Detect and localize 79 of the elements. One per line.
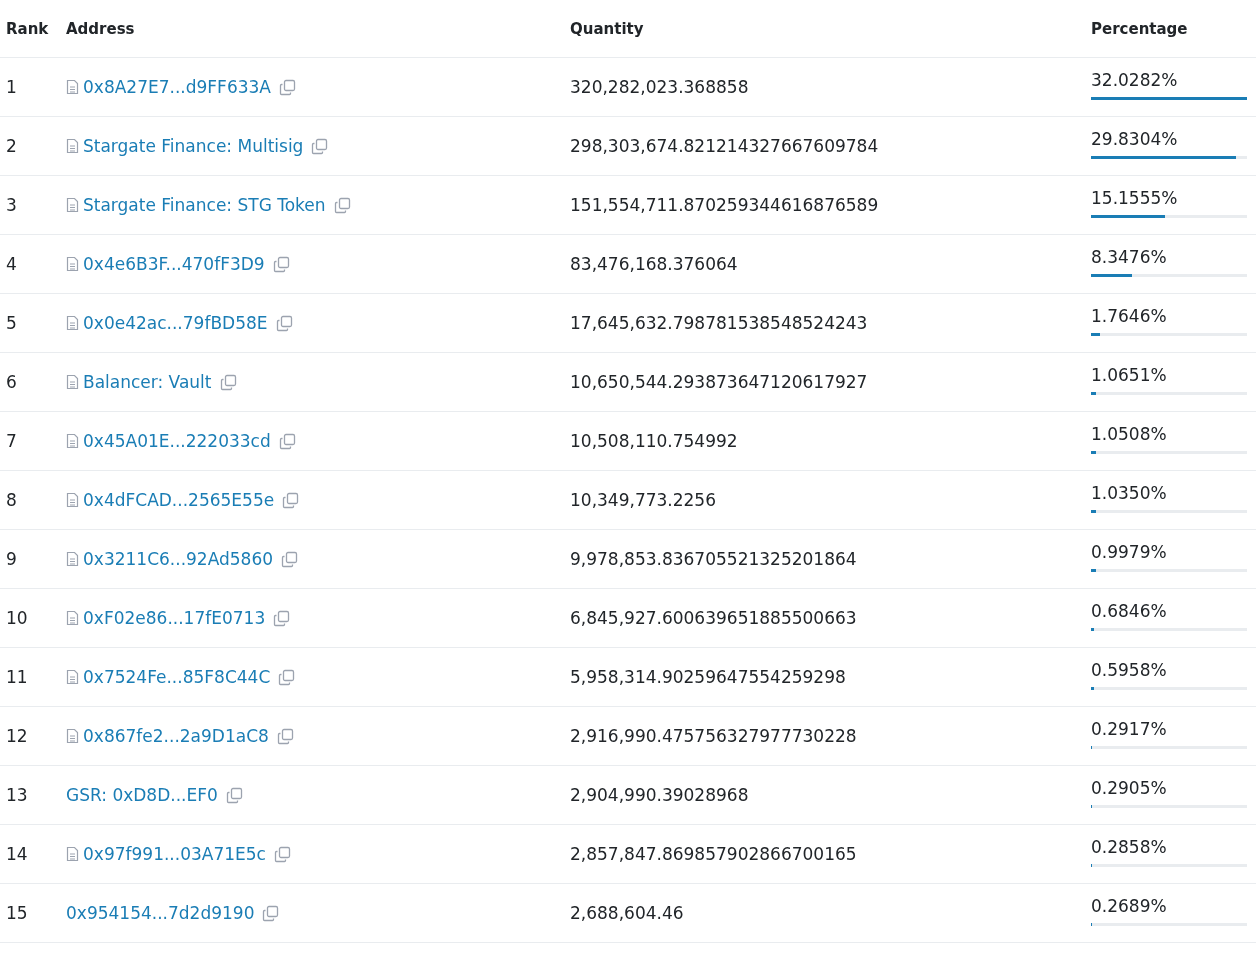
address-link[interactable]: 0x8A27E7...d9FF633A: [83, 77, 271, 97]
rank-cell-text: 11: [6, 667, 29, 687]
quantity-cell-text: 151,554,711.870259344616876589: [570, 195, 880, 215]
rank-cell-text: 7: [6, 431, 18, 451]
column-header: Percentage: [1091, 19, 1189, 38]
rank-cell-text: 8: [6, 490, 18, 510]
rank-cell-text: 5: [6, 313, 18, 333]
column-header: Address: [66, 19, 136, 38]
rank-cell-text: 9: [6, 549, 18, 569]
address-link[interactable]: 0x97f991...03A71E5c: [83, 844, 266, 864]
address-link[interactable]: Balancer: Vault: [83, 372, 212, 392]
copy-icon[interactable]: [219, 373, 237, 391]
address-link[interactable]: 0x954154...7d2d9190: [66, 903, 255, 923]
percentage-text: 0.2905%: [1091, 778, 1168, 798]
copy-icon[interactable]: [276, 727, 294, 745]
copy-icon[interactable]: [262, 904, 280, 922]
quantity-cell-text: 5,958,314.90259647554259298: [570, 667, 847, 687]
address-link[interactable]: 0x0e42ac...79fBD58E: [83, 313, 268, 333]
percentage-text: 0.2917%: [1091, 719, 1168, 739]
copy-icon[interactable]: [278, 432, 296, 450]
quantity-cell-text: 6,845,927.600639651885500663: [570, 608, 858, 628]
copy-icon[interactable]: [273, 609, 291, 627]
quantity-cell-text: 10,508,110.754992: [570, 431, 739, 451]
rank-cell-text: 3: [6, 195, 18, 215]
copy-icon[interactable]: [278, 78, 296, 96]
column-header: Rank: [6, 19, 50, 38]
rank-cell-text: 6: [6, 372, 18, 392]
quantity-cell-text: 83,476,168.376064: [570, 254, 739, 274]
address-link[interactable]: 0x7524Fe...85F8C44C: [83, 667, 271, 687]
address-link[interactable]: 0x867fe2...2a9D1aC8: [83, 726, 269, 746]
copy-icon[interactable]: [278, 668, 296, 686]
quantity-cell-text: 9,978,853.836705521325201864: [570, 549, 858, 569]
address-link[interactable]: 0x45A01E...222033cd: [83, 431, 271, 451]
rank-cell-text: 15: [6, 903, 29, 923]
percentage-text: 0.6846%: [1091, 601, 1168, 621]
quantity-cell-text: 2,857,847.869857902866700165: [570, 844, 858, 864]
percentage-text: 0.2689%: [1091, 896, 1168, 916]
percentage-text: 32.0282%: [1091, 70, 1179, 90]
copy-icon[interactable]: [333, 196, 351, 214]
rank-cell-text: 13: [6, 785, 29, 805]
percentage-text: 0.2858%: [1091, 837, 1168, 857]
address-link[interactable]: 0x3211C6...92Ad5860: [83, 549, 274, 569]
copy-icon[interactable]: [281, 550, 299, 568]
rank-cell-text: 12: [6, 726, 29, 746]
quantity-cell-text: 298,303,674.821214327667609784: [570, 136, 880, 156]
copy-icon[interactable]: [282, 491, 300, 509]
rank-cell-text: 14: [6, 844, 29, 864]
quantity-cell-text: 2,904,990.39028968: [570, 785, 750, 805]
percentage-text: 1.0508%: [1091, 424, 1168, 444]
copy-icon[interactable]: [272, 255, 290, 273]
percentage-text: 1.0350%: [1091, 483, 1168, 503]
quantity-cell-text: 2,916,990.475756327977730228: [570, 726, 858, 746]
address-link[interactable]: 0x4dFCAD...2565E55e: [83, 490, 275, 510]
percentage-text: 29.8304%: [1091, 129, 1179, 149]
percentage-text: 15.1555%: [1091, 188, 1179, 208]
copy-icon[interactable]: [225, 786, 243, 804]
rank-cell-text: 1: [6, 77, 18, 97]
quantity-cell-text: 10,349,773.2256: [570, 490, 717, 510]
quantity-cell-text: 320,282,023.368858: [570, 77, 750, 97]
copy-icon[interactable]: [273, 845, 291, 863]
rank-cell-text: 4: [6, 254, 18, 274]
percentage-text: 8.3476%: [1091, 247, 1168, 267]
rank-cell-text: 2: [6, 136, 18, 156]
copy-icon[interactable]: [275, 314, 293, 332]
column-header: Quantity: [570, 19, 645, 38]
address-link[interactable]: Stargate Finance: STG Token: [83, 195, 326, 215]
address-link[interactable]: Stargate Finance: Multisig: [83, 136, 304, 156]
percentage-text: 1.0651%: [1091, 365, 1168, 385]
quantity-cell-text: 17,645,632.798781538548524243: [570, 313, 869, 333]
address-link[interactable]: 0x4e6B3F...470fF3D9: [83, 254, 265, 274]
copy-icon[interactable]: [311, 137, 329, 155]
rank-cell-text: 10: [6, 608, 29, 628]
percentage-text: 1.7646%: [1091, 306, 1168, 326]
address-link[interactable]: 0xF02e86...17fE0713: [83, 608, 266, 628]
percentage-text: 0.5958%: [1091, 660, 1168, 680]
address-link[interactable]: GSR: 0xD8D...EF0: [66, 785, 218, 805]
quantity-cell-text: 10,650,544.293873647120617927: [570, 372, 869, 392]
quantity-cell-text: 2,688,604.46: [570, 903, 685, 923]
percentage-text: 0.9979%: [1091, 542, 1168, 562]
